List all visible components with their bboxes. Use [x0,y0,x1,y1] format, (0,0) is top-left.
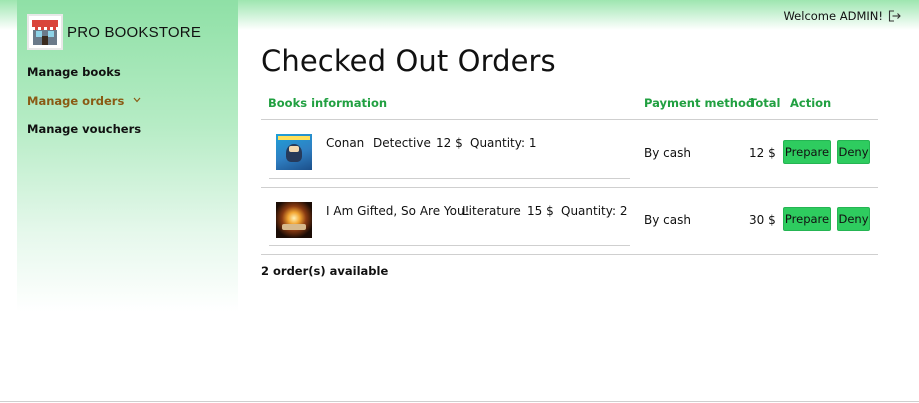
sidebar-item-label: Manage orders [27,94,125,108]
sidebar-item-label: Manage vouchers [27,122,142,136]
column-header-total: Total [749,96,781,110]
bookstore-shop-icon [27,14,63,50]
column-header-action: Action [790,96,832,110]
brand-name: PRO BOOKSTORE [67,23,202,41]
sidebar-item-label: Manage books [27,65,121,79]
sidebar-item-manage-vouchers[interactable]: Manage vouchers [27,122,141,136]
book-quantity: Quantity: 2 [561,204,628,218]
payment-method: By cash [644,146,691,160]
column-header-payment-method: Payment method [644,96,755,110]
deny-button[interactable]: Deny [837,140,870,164]
table-bottom-divider [261,254,878,255]
logout-icon[interactable] [888,10,901,22]
prepare-button[interactable]: Prepare [783,140,831,164]
book-price: 15 $ [527,204,554,218]
order-total: 30 $ [749,213,776,227]
order-count: 2 order(s) available [261,264,389,278]
book-title: I Am Gifted, So Are You! [326,204,470,218]
page-title: Checked Out Orders [261,44,556,78]
chevron-down-icon[interactable] [133,96,141,106]
welcome-text: Welcome ADMIN! [783,9,883,23]
table-header-divider [261,119,878,120]
book-category: Literature [462,204,521,218]
book-quantity: Quantity: 1 [470,136,537,150]
book-title: Conan [326,136,365,150]
book-price: 12 $ [436,136,463,150]
column-header-books-information: Books information [268,96,388,110]
row-inner-divider [269,178,630,179]
page-bottom-border [0,401,919,402]
book-cover-conan [276,134,312,170]
payment-method: By cash [644,213,691,227]
deny-button[interactable]: Deny [837,207,870,231]
brand[interactable]: PRO BOOKSTORE [27,14,201,50]
sidebar-item-manage-orders[interactable]: Manage orders [27,94,141,108]
book-cover-gifted [276,202,312,238]
row-divider [261,187,878,188]
sidebar-item-manage-books[interactable]: Manage books [27,65,121,79]
row-inner-divider [269,245,630,246]
welcome-area: Welcome ADMIN! [783,9,901,23]
prepare-button[interactable]: Prepare [783,207,831,231]
order-total: 12 $ [749,146,776,160]
book-category: Detective [373,136,431,150]
